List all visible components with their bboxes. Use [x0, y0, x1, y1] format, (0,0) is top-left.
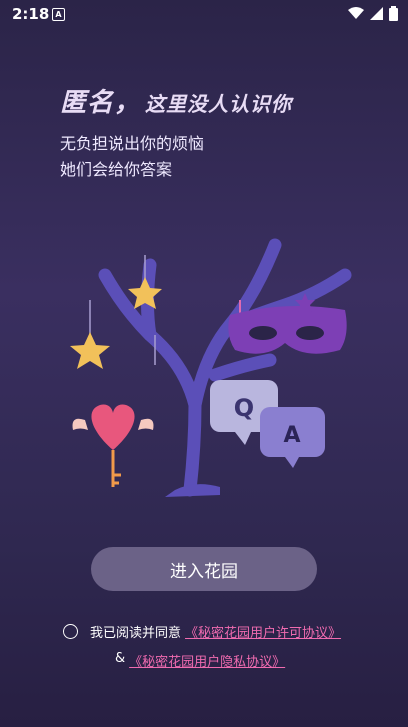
system-icons: [348, 6, 398, 21]
headline-main: 匿名，: [60, 88, 142, 118]
status-time: 2:18: [12, 5, 50, 23]
headline-sub: 这里没人认识你: [145, 92, 293, 116]
q-label: Q: [234, 394, 254, 422]
status-bar: 2:18 A: [0, 0, 408, 28]
agree-checkbox[interactable]: [63, 624, 78, 639]
a-label: A: [283, 423, 300, 448]
moon-icon: [146, 365, 167, 404]
battery-icon: [389, 6, 398, 21]
license-agreement-link[interactable]: 《秘密花园用户许可协议》: [185, 622, 341, 641]
agreement-prefix: 我已阅读并同意: [90, 626, 182, 641]
agreement-row-2: & 《秘密花园用户隐私协议》: [115, 651, 285, 670]
privacy-agreement-link[interactable]: 《秘密花园用户隐私协议》: [129, 651, 285, 670]
star-icon: [70, 332, 110, 369]
tree-illustration: Q A: [70, 238, 352, 497]
heart-icon: [91, 404, 135, 450]
notification-icon: A: [52, 8, 65, 21]
tagline-1: 无负担说出你的烦恼: [60, 134, 205, 153]
agreement-row: 我已阅读并同意 《秘密花园用户许可协议》: [63, 622, 341, 641]
headline: 匿名， 这里没人认识你: [60, 82, 292, 119]
mask-icon: [228, 306, 347, 354]
enter-garden-button[interactable]: 进入花园: [91, 547, 317, 591]
wifi-icon: [348, 7, 364, 19]
signal-icon: [370, 7, 383, 20]
ampersand: &: [115, 651, 126, 666]
tagline-2: 她们会给你答案: [60, 160, 173, 179]
